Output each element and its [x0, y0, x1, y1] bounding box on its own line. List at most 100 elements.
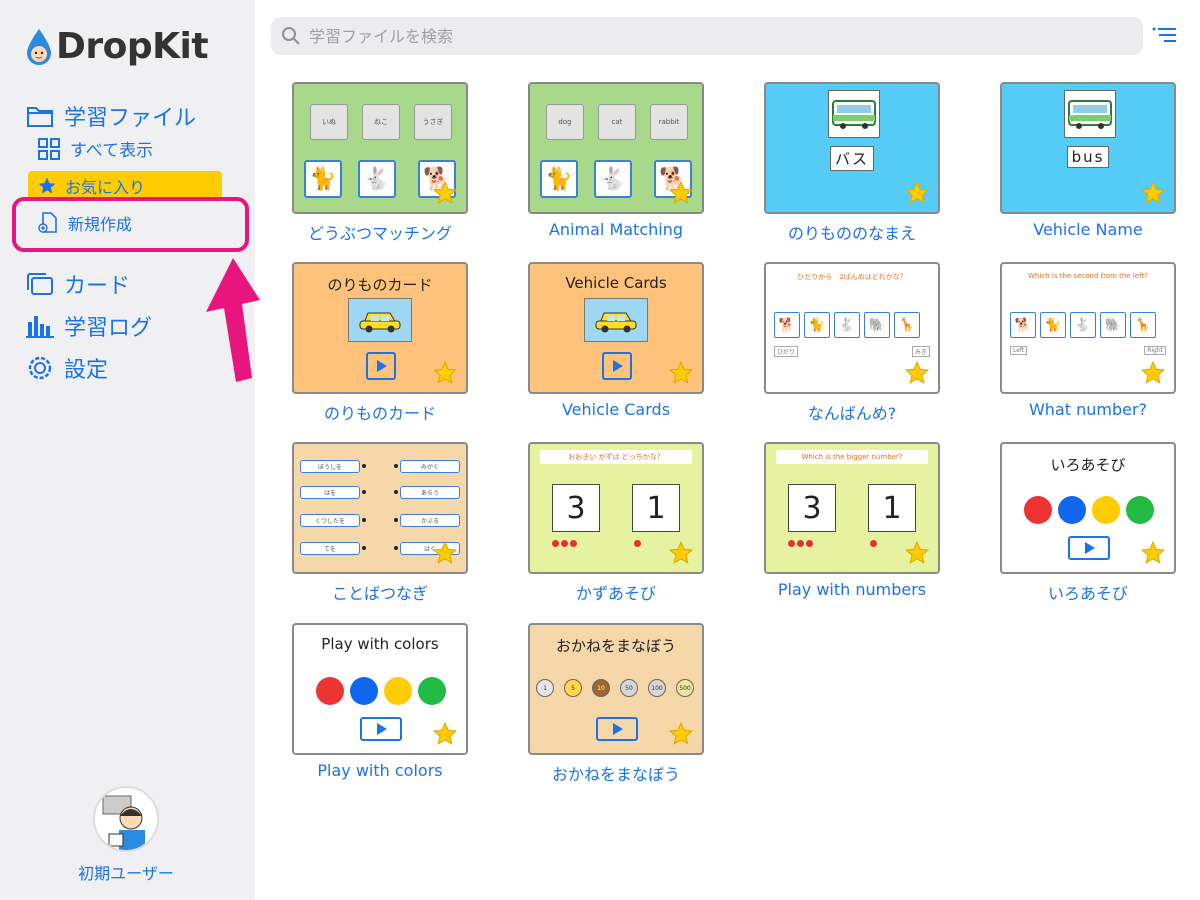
play-button[interactable]: [360, 717, 402, 741]
count-dot: [806, 540, 813, 547]
card-title: Vehicle Cards: [561, 400, 671, 419]
caption-row: バス: [766, 146, 938, 171]
search-input[interactable]: [309, 26, 1089, 46]
sidebar-item-show-all[interactable]: すべて表示: [38, 136, 153, 161]
coin-icon: 100: [648, 679, 666, 697]
connect-dot: [394, 464, 398, 468]
left-label: ひだり: [774, 346, 799, 357]
number-card: 1: [632, 484, 680, 532]
favorite-star-icon[interactable]: [1140, 180, 1166, 206]
favorite-star-icon[interactable]: [668, 360, 694, 386]
favorite-star-icon[interactable]: [1140, 540, 1166, 566]
favorite-star-icon[interactable]: [432, 540, 458, 566]
play-icon: [613, 360, 623, 372]
caption-row: bus: [1002, 146, 1174, 168]
favorite-star-icon[interactable]: [432, 360, 458, 386]
count-dot: [552, 540, 559, 547]
card-thumbnail: いぬ ねこ うさぎ 🐈 🐇 🐕: [292, 82, 468, 214]
bar-chart-icon: [26, 316, 54, 338]
blue-dot: [1058, 496, 1086, 524]
learning-file-card[interactable]: bus Vehicle Name: [1000, 82, 1176, 239]
caption-text: バス: [829, 146, 874, 171]
card-title: なんばんめ?: [807, 404, 897, 423]
play-icon: [377, 723, 387, 735]
learning-file-card[interactable]: Play with colors Play with colors: [292, 623, 468, 780]
count-dot: [570, 540, 577, 547]
learning-file-card[interactable]: Which is the bigger number? 3 1 Play wit…: [764, 442, 940, 599]
learning-file-card[interactable]: ひだりから 2ばんめはどれかな？ 🐕 🐈 🐇 🐘 🦒 ひだり みぎ なんばんめ?: [764, 262, 940, 424]
gear-icon: [28, 356, 52, 380]
learning-file-card[interactable]: Which is the second from the left? 🐕 🐈 🐇…: [1000, 262, 1176, 419]
play-icon: [1085, 542, 1095, 554]
question-text: Which is the bigger number?: [776, 450, 928, 464]
sort-list-icon[interactable]: [1151, 24, 1177, 46]
learning-file-card[interactable]: いぬ ねこ うさぎ 🐈 🐇 🐕 どうぶつマッチング: [292, 82, 468, 244]
card-thumbnail: いろあそび: [1000, 442, 1176, 574]
sidebar-item-cards[interactable]: カード: [26, 268, 130, 300]
learning-file-card[interactable]: Vehicle Cards Vehicle Cards: [528, 262, 704, 419]
word-card: cat: [598, 104, 636, 140]
card-inner-title: いろあそび: [1050, 456, 1126, 474]
sidebar-item-learning-log[interactable]: 学習ログ: [26, 310, 152, 342]
count-dot: [788, 540, 795, 547]
sidebar-item-settings[interactable]: 設定: [26, 352, 108, 384]
user-name: 初期ユーザー: [78, 864, 174, 883]
elephant-icon: 🐘: [864, 312, 890, 338]
card-inner-title: Vehicle Cards: [565, 274, 667, 292]
play-button[interactable]: [366, 352, 396, 380]
favorite-star-icon[interactable]: [432, 721, 458, 747]
app-window: DropKit 学習ファイル すべて表示 お気に入り 新規作成 カード 学習ログ…: [0, 0, 1200, 900]
sidebar-item-label: カード: [64, 274, 131, 299]
sidebar-item-label: お気に入り: [65, 178, 146, 197]
favorite-star-icon[interactable]: [432, 180, 458, 206]
card-title: Vehicle Name: [1033, 220, 1143, 239]
card-title: いろあそび: [1047, 584, 1128, 603]
learning-file-card[interactable]: いろあそび いろあそび: [1000, 442, 1176, 604]
number-card: 3: [552, 484, 600, 532]
red-dot: [1024, 496, 1052, 524]
card-title: のりものカード: [323, 404, 436, 423]
favorite-star-icon[interactable]: [668, 180, 694, 206]
yellow-dot: [384, 677, 412, 705]
favorite-star-icon[interactable]: [1140, 360, 1166, 386]
search-bar[interactable]: [271, 17, 1143, 55]
favorite-star-icon[interactable]: [668, 721, 694, 747]
favorite-star-icon[interactable]: [904, 540, 930, 566]
favorite-star-icon[interactable]: [904, 180, 930, 206]
search-icon: [282, 27, 300, 45]
favorite-star-icon[interactable]: [904, 360, 930, 386]
card-title: おかねをまなぼう: [551, 765, 680, 784]
left-label: Left: [1010, 346, 1028, 355]
play-button[interactable]: [596, 717, 638, 741]
connect-dot: [362, 518, 366, 522]
learning-file-card[interactable]: おかねをまなぼう 1 5 10 50 100 500 おかねをまなぼう: [528, 623, 704, 785]
sidebar-item-label: 学習ファイル: [64, 106, 197, 131]
coin-icon: 1: [536, 679, 554, 697]
grid-icon: [38, 137, 60, 160]
word-right: あらう: [400, 486, 460, 499]
user-profile[interactable]: 初期ユーザー: [60, 786, 192, 884]
learning-file-card[interactable]: dog cat rabbit 🐈 🐇 🐕 Animal Matching: [528, 82, 704, 239]
coin-icon: 50: [620, 679, 638, 697]
connect-dot: [362, 490, 366, 494]
favorite-star-icon[interactable]: [668, 540, 694, 566]
learning-file-card[interactable]: おおきい かずは どっちかな？ 3 1 かずあそび: [528, 442, 704, 604]
learning-file-card[interactable]: ぼうしを はを くつしたを てを みがく あらう かぶる はく ことばつなぎ: [292, 442, 468, 604]
avatar: [93, 786, 159, 852]
word-card: dog: [546, 104, 584, 140]
blue-dot: [350, 677, 378, 705]
caption-text: bus: [1066, 146, 1110, 168]
car-picture: [584, 298, 648, 342]
green-dot: [1126, 496, 1154, 524]
word-right: みがく: [400, 460, 460, 473]
play-button[interactable]: [1068, 536, 1110, 560]
sidebar-item-learning-files[interactable]: 学習ファイル: [26, 100, 196, 132]
card-thumbnail: のりものカード: [292, 262, 468, 394]
word-card: rabbit: [650, 104, 688, 140]
play-button[interactable]: [602, 352, 632, 380]
question-text: Which is the second from the left?: [1028, 272, 1148, 280]
folder-icon: [27, 107, 53, 127]
learning-file-card[interactable]: のりものカード のりものカード: [292, 262, 468, 424]
card-thumbnail: おかねをまなぼう 1 5 10 50 100 500: [528, 623, 704, 755]
learning-file-card[interactable]: バス のりもののなまえ: [764, 82, 940, 244]
